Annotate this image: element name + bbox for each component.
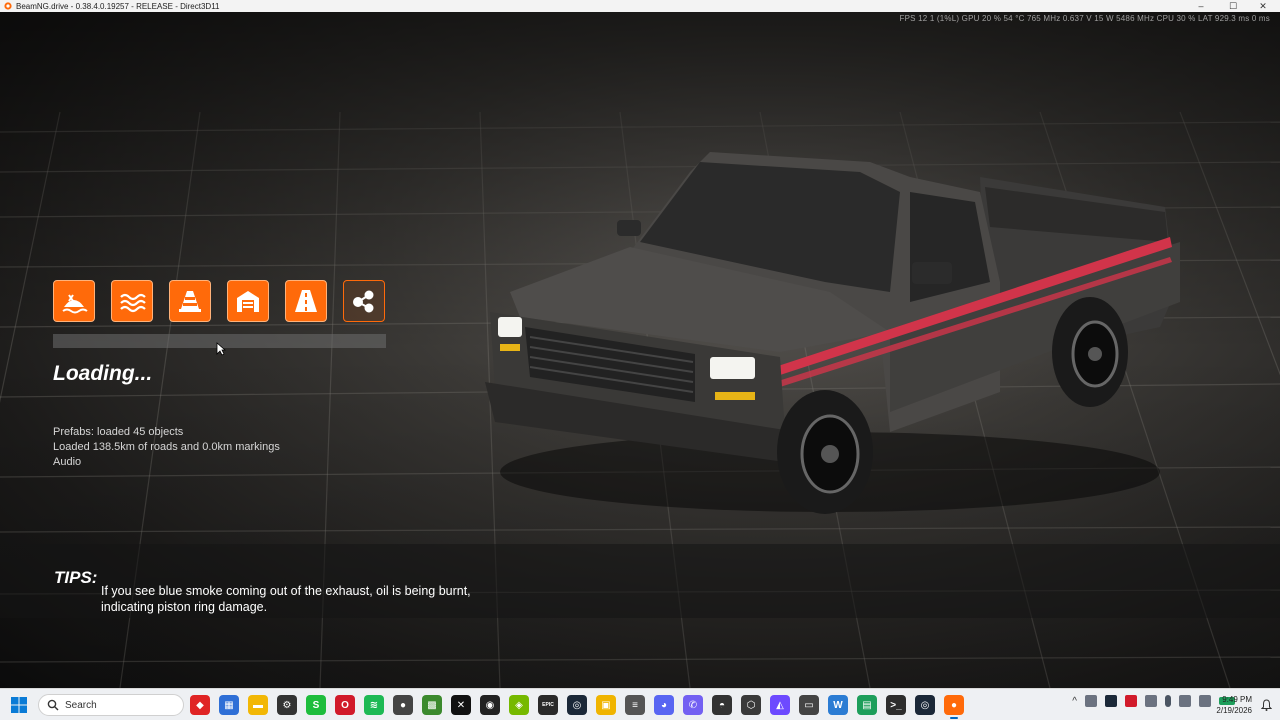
system-tray: ^ — [1072, 695, 1235, 707]
loading-log: Prefabs: loaded 45 objects Loaded 138.5k… — [53, 425, 280, 470]
beamng-app-icon — [4, 2, 12, 10]
chevron-up-icon[interactable]: ^ — [1072, 696, 1077, 707]
water-waves-icon — [111, 280, 153, 322]
minimize-button[interactable]: – — [1186, 0, 1216, 12]
island-icon — [53, 280, 95, 322]
excel-app-icon[interactable]: ▤ — [857, 695, 877, 715]
opera-gx-icon[interactable]: O — [335, 695, 355, 715]
discord-icon[interactable]: ◕ — [654, 695, 674, 715]
proton-vpn-icon[interactable]: ◭ — [770, 695, 790, 715]
road-icon — [285, 280, 327, 322]
taskbar-clock[interactable]: 9:49 PM 2/19/2026 — [1216, 694, 1252, 716]
window-title-bar: BeamNG.drive - 0.38.4.0.19257 - RELEASE … — [0, 0, 1280, 12]
minecraft-icon[interactable]: ▩ — [422, 695, 442, 715]
loading-title: Loading... — [53, 362, 153, 385]
tray-app-icon[interactable] — [1125, 695, 1137, 707]
log-line: Audio — [53, 456, 82, 468]
taskbar-search-box[interactable]: Search — [38, 694, 184, 716]
maximize-button[interactable]: ☐ — [1218, 0, 1248, 12]
pickup-truck-render — [485, 152, 1180, 514]
tray-app-icon[interactable] — [1145, 695, 1157, 707]
epic-games-icon[interactable]: EPIC — [538, 695, 558, 715]
file-explorer-icon[interactable]: ▬ — [248, 695, 268, 715]
traffic-cone-icon — [169, 280, 211, 322]
clock-date: 2/19/2026 — [1216, 706, 1252, 715]
game-controller-icon[interactable]: ◓ — [712, 695, 732, 715]
search-placeholder: Search — [65, 699, 97, 711]
steelseries-icon[interactable]: ⚙ — [277, 695, 297, 715]
volume-icon[interactable] — [1199, 695, 1211, 707]
pictures-app-icon[interactable]: ▣ — [596, 695, 616, 715]
performance-overlay: FPS 12 1 (1%L) GPU 20 % 54 °C 765 MHz 0.… — [899, 14, 1270, 23]
microsoft-store-icon[interactable]: ▦ — [219, 695, 239, 715]
garage-icon — [227, 280, 269, 322]
obs-icon[interactable]: ● — [393, 695, 413, 715]
clock-time: 9:49 PM — [1222, 695, 1252, 704]
3d-cube-icon[interactable]: ⬡ — [741, 695, 761, 715]
rear-wheel — [1052, 297, 1128, 407]
level-feature-icons — [53, 280, 385, 322]
steam-big-icon[interactable]: ◎ — [915, 695, 935, 715]
tips-text: If you see blue smoke coming out of the … — [101, 584, 471, 614]
nodes-share-icon — [343, 280, 385, 322]
taskbar-pinned-apps: ◆ ▦ ▬ ⚙ S O ≋ ● ▩ ✕ ◉ ◈ EPIC ◎ ▣ ≡ ◕ ✆ ◓ ⬡ ◭ ▭ W ▤ >_ ◎ ● — [190, 695, 964, 719]
red-diamond-app-icon[interactable]: ◆ — [190, 695, 210, 715]
notification-bell-icon[interactable] — [1261, 699, 1272, 711]
razer-icon[interactable]: S — [306, 695, 326, 715]
viber-icon[interactable]: ✆ — [683, 695, 703, 715]
tips-label: TIPS: — [54, 568, 98, 587]
mouse-cursor-icon — [216, 342, 226, 356]
stackoverflow-icon[interactable]: ≡ — [625, 695, 645, 715]
log-line: Loaded 138.5km of roads and 0.0km markin… — [53, 441, 280, 453]
steam-icon[interactable]: ◎ — [567, 695, 587, 715]
window-title: BeamNG.drive - 0.38.4.0.19257 - RELEASE … — [16, 1, 220, 11]
spotify-icon[interactable]: ≋ — [364, 695, 384, 715]
log-line: Prefabs: loaded 45 objects — [53, 426, 184, 438]
close-button[interactable]: ✕ — [1248, 0, 1278, 12]
windows-start-icon[interactable] — [11, 697, 27, 713]
beamng-icon[interactable]: ● — [944, 695, 964, 719]
steam-vr-icon[interactable]: ▭ — [799, 695, 819, 715]
network-icon[interactable] — [1179, 695, 1191, 707]
tray-app-icon[interactable] — [1085, 695, 1097, 707]
search-icon — [47, 699, 59, 711]
microphone-icon[interactable] — [1165, 695, 1171, 707]
tray-steam-icon[interactable] — [1105, 695, 1117, 707]
github-icon[interactable]: ◉ — [480, 695, 500, 715]
terminal-icon[interactable]: >_ — [886, 695, 906, 715]
nvidia-icon[interactable]: ◈ — [509, 695, 529, 715]
game-viewport: FPS 12 1 (1%L) GPU 20 % 54 °C 765 MHz 0.… — [0, 12, 1280, 688]
word-app-icon[interactable]: W — [828, 695, 848, 715]
capcut-icon[interactable]: ✕ — [451, 695, 471, 715]
windows-taskbar: Search ◆ ▦ ▬ ⚙ S O ≋ ● ▩ ✕ ◉ ◈ EPIC ◎ ▣ ≡ ◕ ✆ ◓ ⬡ ◭ ▭ W ▤ >_ ◎ ● ^… — [0, 688, 1280, 720]
front-wheel — [777, 390, 873, 514]
